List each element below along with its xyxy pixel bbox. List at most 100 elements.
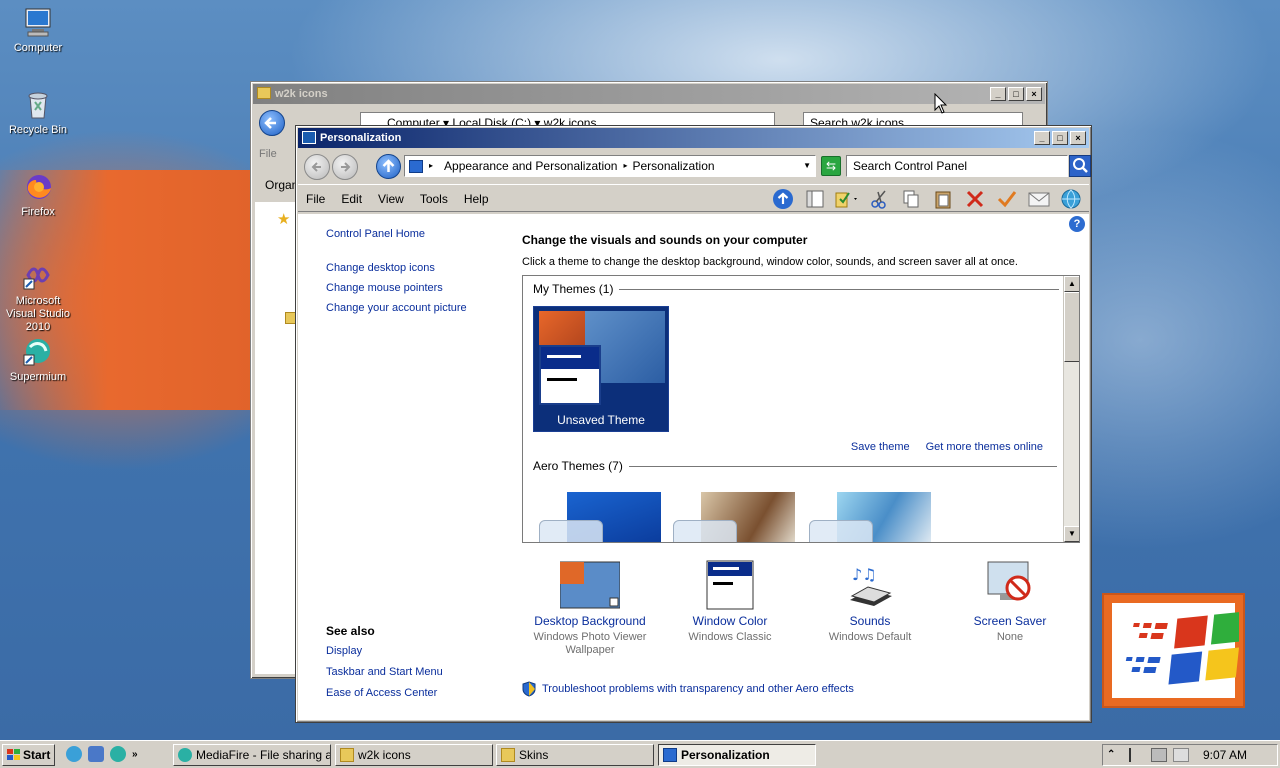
volume-muted-icon[interactable] [1173,748,1189,762]
properties-button[interactable] [995,188,1019,210]
sounds-item[interactable]: ♪♫ Sounds Windows Default [800,560,940,644]
minimize-button[interactable]: _ [1034,131,1050,145]
window-preview [539,345,601,405]
folder-icon [257,87,271,99]
menu-edit[interactable]: Edit [341,185,362,213]
menu-tools[interactable]: Tools [420,185,448,213]
network-button[interactable] [1059,188,1083,210]
taskbar-button-personalization[interactable]: Personalization [658,744,816,766]
search-input[interactable]: Search Control Panel [846,155,1068,177]
ease-of-access-link[interactable]: Ease of Access Center [326,687,443,699]
chevron-right-icon[interactable]: » [132,749,138,760]
firefox-icon [22,170,54,202]
forward-button[interactable] [332,154,358,180]
control-panel-home-link[interactable]: Control Panel Home [326,228,467,240]
folder-icon [501,748,515,762]
maximize-button[interactable]: □ [1052,131,1068,145]
refresh-button[interactable]: ⇆ [821,156,841,176]
breadcrumb-separator[interactable]: ▸ [429,156,438,176]
see-also-title: See also [326,624,375,638]
personalization-icon [663,748,677,762]
desktop-background-item[interactable]: Desktop Background Windows Photo Viewer … [520,560,660,657]
chevron-down-icon[interactable]: ▼ [803,156,811,176]
menu-view[interactable]: View [378,185,404,213]
mouse-cursor-icon [934,93,948,114]
up-button[interactable] [376,154,401,179]
menu-bar: File Edit View Tools Help [298,184,1089,212]
minimize-button[interactable]: _ [990,87,1006,101]
close-button[interactable]: × [1070,131,1086,145]
globe-icon [1061,189,1081,209]
theme-unsaved[interactable]: Unsaved Theme [533,306,669,432]
scroll-up-arrow[interactable]: ▲ [1064,276,1079,292]
folders-pane-icon [806,190,824,208]
desktop-icon-computer[interactable]: Computer [0,6,76,55]
desktop-icon-label: Supermium [9,371,67,383]
personalization-title-bar[interactable]: Personalization _ □ × [298,128,1089,148]
window-color-icon [700,560,760,610]
taskbar-button-mediafire[interactable]: MediaFire - File sharing a... [173,744,331,766]
scrollbar-thumb[interactable] [1064,292,1079,362]
views-toolbar-button[interactable] [835,188,859,210]
w2k-menu-file[interactable]: File [259,148,277,160]
get-more-themes-link[interactable]: Get more themes online [926,441,1043,453]
personalization-icon [302,131,316,144]
show-hidden-icons-icon[interactable]: ⌃ [1107,748,1123,762]
aero-theme-characters[interactable] [809,492,933,542]
windows-flag-icon [1125,611,1245,685]
taskbar-button-w2k-icons[interactable]: w2k icons [335,744,493,766]
personalization-window[interactable]: Personalization _ □ × ▸ Appearance and P… [295,125,1092,723]
show-desktop-icon[interactable] [88,746,104,762]
desktop-icon-supermium[interactable]: Supermium [0,335,76,384]
internet-explorer-icon[interactable] [66,746,82,762]
taskbar-button-skins[interactable]: Skins [496,744,654,766]
aero-theme-architecture[interactable] [673,492,797,542]
save-theme-link[interactable]: Save theme [851,441,910,453]
start-button[interactable]: Start [2,744,55,766]
breadcrumb-personalization[interactable]: ▸ Personalization [623,156,714,176]
w2k-icons-title-bar[interactable]: w2k icons _ □ × [253,84,1045,104]
theme-scrollbar[interactable]: ▲ ▼ [1063,276,1079,542]
menu-help[interactable]: Help [464,185,489,213]
arrow-left-icon [311,162,321,172]
cut-button[interactable] [867,188,891,210]
supermium-icon [178,748,192,762]
search-button[interactable] [1069,155,1091,177]
desktop-icon-visual-studio[interactable]: Microsoft Visual Studio 2010 [0,259,76,334]
taskbar-start-menu-link[interactable]: Taskbar and Start Menu [326,666,443,678]
clock[interactable]: 9:07 AM [1203,745,1247,765]
screen-saver-item[interactable]: Screen Saver None [940,560,1080,644]
copy-button[interactable] [899,188,923,210]
folders-toolbar-button[interactable] [803,188,827,210]
action-center-flag-icon[interactable] [1129,748,1145,762]
desktop-icon-recycle-bin[interactable]: Recycle Bin [0,88,76,137]
display-link[interactable]: Display [326,645,443,657]
desktop-icon-firefox[interactable]: Firefox [0,170,76,219]
supermium-icon[interactable] [110,746,126,762]
window-title: Personalization [320,132,402,144]
scroll-down-arrow[interactable]: ▼ [1064,526,1079,542]
aero-theme-windows7[interactable] [539,492,663,542]
back-button[interactable] [259,110,285,136]
change-desktop-icons-link[interactable]: Change desktop icons [326,262,467,274]
menu-file[interactable]: File [306,185,325,213]
refresh-icon: ⇆ [825,159,837,173]
maximize-button[interactable]: □ [1008,87,1024,101]
window-color-item[interactable]: Window Color Windows Classic [660,560,800,644]
close-button[interactable]: × [1026,87,1042,101]
email-button[interactable] [1027,188,1051,210]
help-icon[interactable]: ? [1069,216,1085,232]
breadcrumb-appearance[interactable]: Appearance and Personalization [444,156,617,176]
change-account-picture-link[interactable]: Change your account picture [326,302,467,314]
paste-button[interactable] [931,188,955,210]
theme-list: My Themes (1) Unsaved Theme Save theme G… [522,275,1080,543]
change-mouse-pointers-link[interactable]: Change mouse pointers [326,282,467,294]
back-button[interactable] [304,154,330,180]
address-breadcrumb[interactable]: ▸ Appearance and Personalization ▸ Person… [404,155,816,177]
checkmark-icon [997,191,1017,208]
troubleshoot-link[interactable]: Troubleshoot problems with transparency … [522,681,854,697]
w2k-organize-button[interactable]: Organ [265,178,298,192]
up-toolbar-button[interactable] [771,188,795,210]
delete-button[interactable] [963,188,987,210]
network-icon[interactable] [1151,748,1167,762]
